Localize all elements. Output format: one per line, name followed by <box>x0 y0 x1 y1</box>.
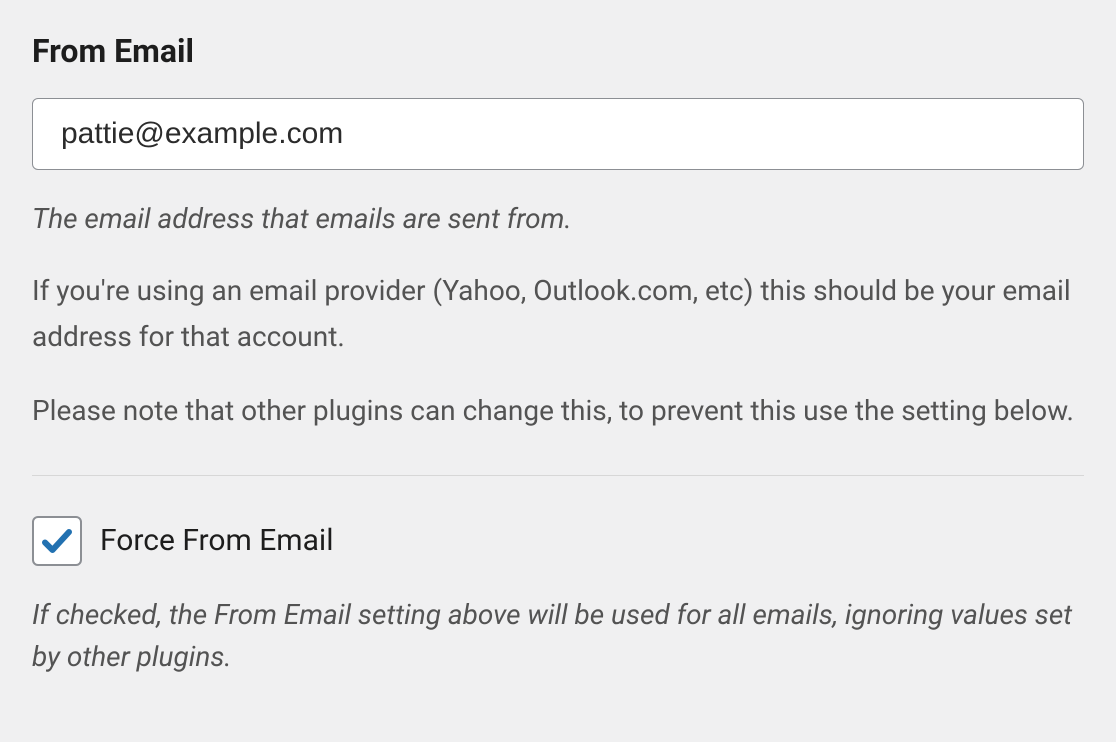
force-from-email-row: Force From Email <box>32 516 1084 566</box>
from-email-input[interactable] <box>32 98 1084 170</box>
from-email-provider-note: If you're using an email provider (Yahoo… <box>32 268 1084 360</box>
force-from-email-description: If checked, the From Email setting above… <box>32 594 1084 678</box>
from-email-plugin-note: Please note that other plugins can chang… <box>32 388 1084 434</box>
from-email-heading: From Email <box>32 32 1084 70</box>
force-from-email-label: Force From Email <box>100 523 334 558</box>
section-divider <box>32 475 1084 476</box>
from-email-description: The email address that emails are sent f… <box>32 198 1084 240</box>
force-from-email-checkbox[interactable] <box>32 516 82 566</box>
